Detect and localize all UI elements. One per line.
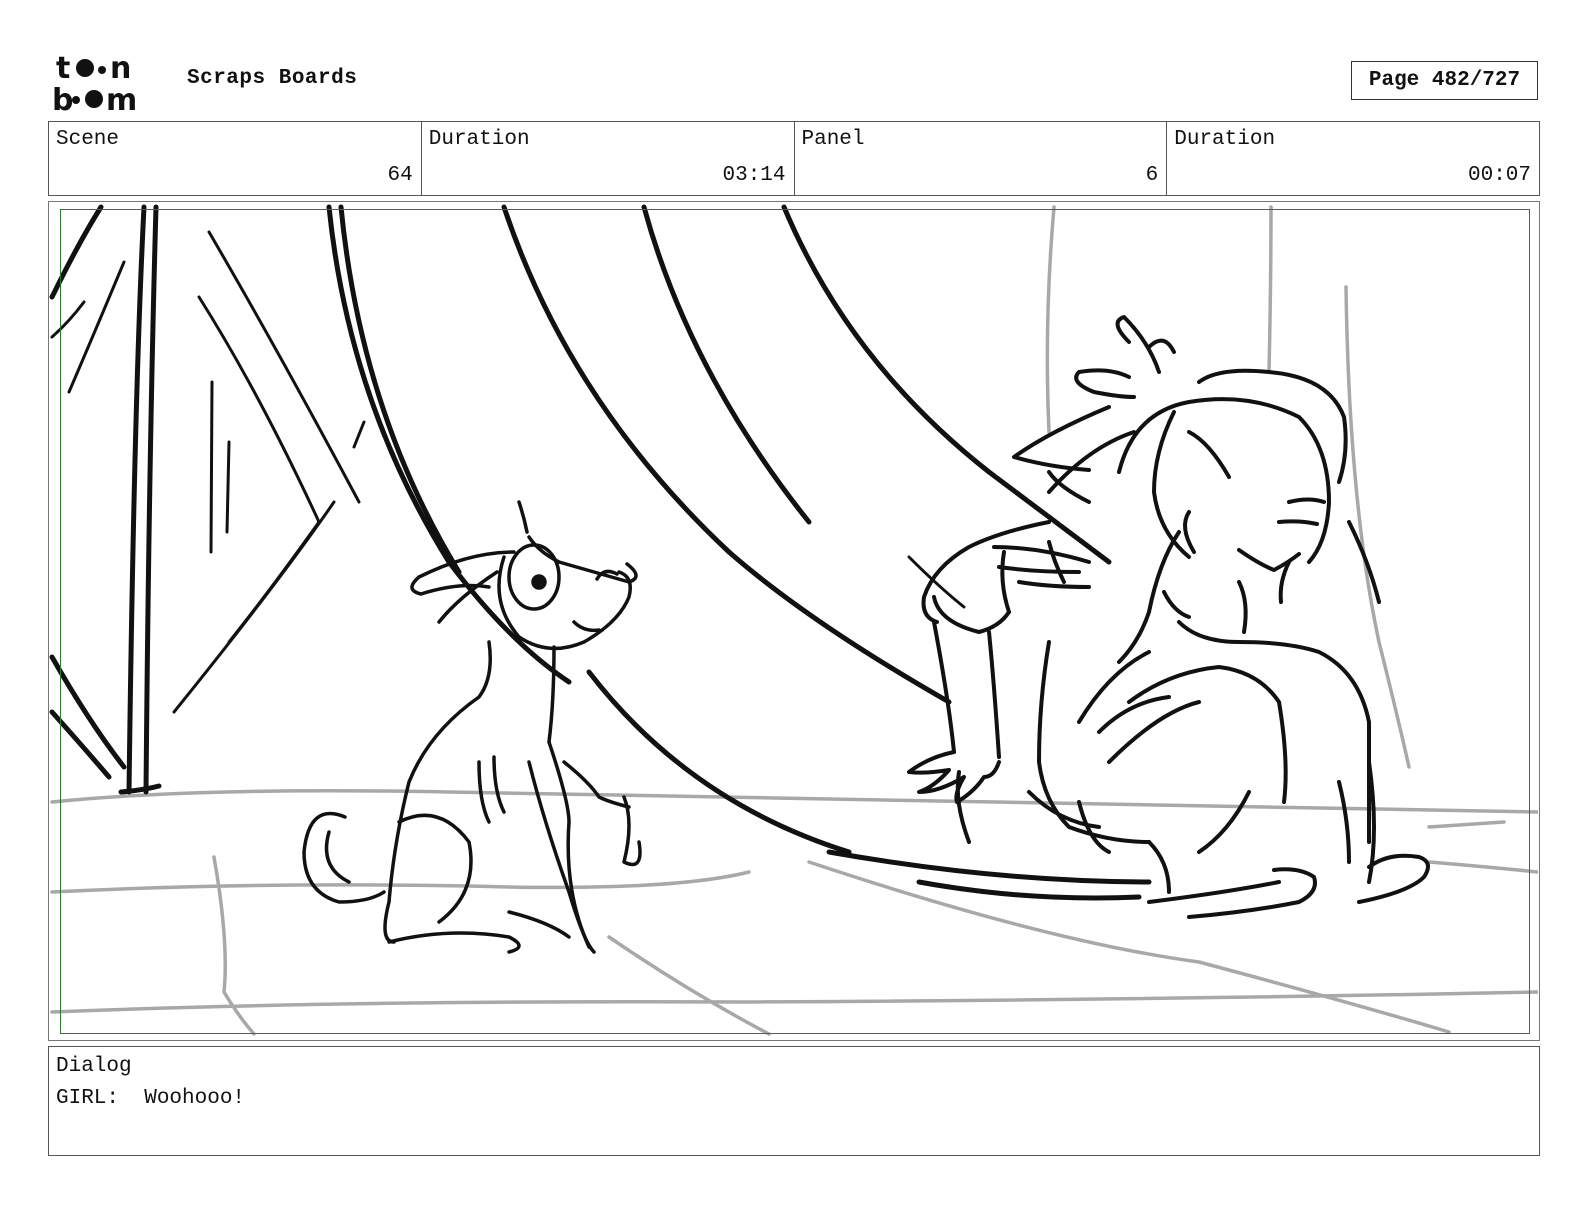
scene-duration-value: 03:14 — [722, 164, 786, 187]
svg-text:b: b — [52, 83, 73, 114]
page-indicator: Page 482/727 — [1351, 61, 1538, 100]
safe-area-frame — [60, 209, 1530, 1034]
panel-value: 6 — [1145, 164, 1159, 187]
dialog-text: GIRL: Woohooo! — [56, 1087, 246, 1110]
panel-duration-cell: Duration 00:07 — [1167, 122, 1539, 195]
scene-cell: Scene 64 — [49, 122, 422, 195]
svg-text:t: t — [56, 51, 70, 86]
scene-duration-label: Duration — [428, 128, 530, 151]
panel-cell: Panel 6 — [795, 122, 1168, 195]
scene-label: Scene — [56, 128, 120, 151]
board-title: Scraps Boards — [187, 67, 358, 90]
panel-label: Panel — [801, 128, 865, 151]
panel-info-row: Scene 64 Duration 03:14 Panel 6 Duration… — [48, 121, 1540, 196]
panel-duration-label: Duration — [1174, 128, 1276, 151]
svg-text:n: n — [110, 51, 131, 86]
svg-text:m: m — [106, 83, 137, 114]
storyboard-panel — [48, 201, 1540, 1041]
toon-boom-logo: t n b m — [52, 51, 137, 114]
scene-duration-cell: Duration 03:14 — [422, 122, 795, 195]
dialog-box: Dialog GIRL: Woohooo! — [48, 1046, 1540, 1156]
panel-duration-value: 00:07 — [1467, 164, 1531, 187]
scene-value: 64 — [387, 164, 413, 187]
dialog-label: Dialog — [56, 1055, 132, 1078]
